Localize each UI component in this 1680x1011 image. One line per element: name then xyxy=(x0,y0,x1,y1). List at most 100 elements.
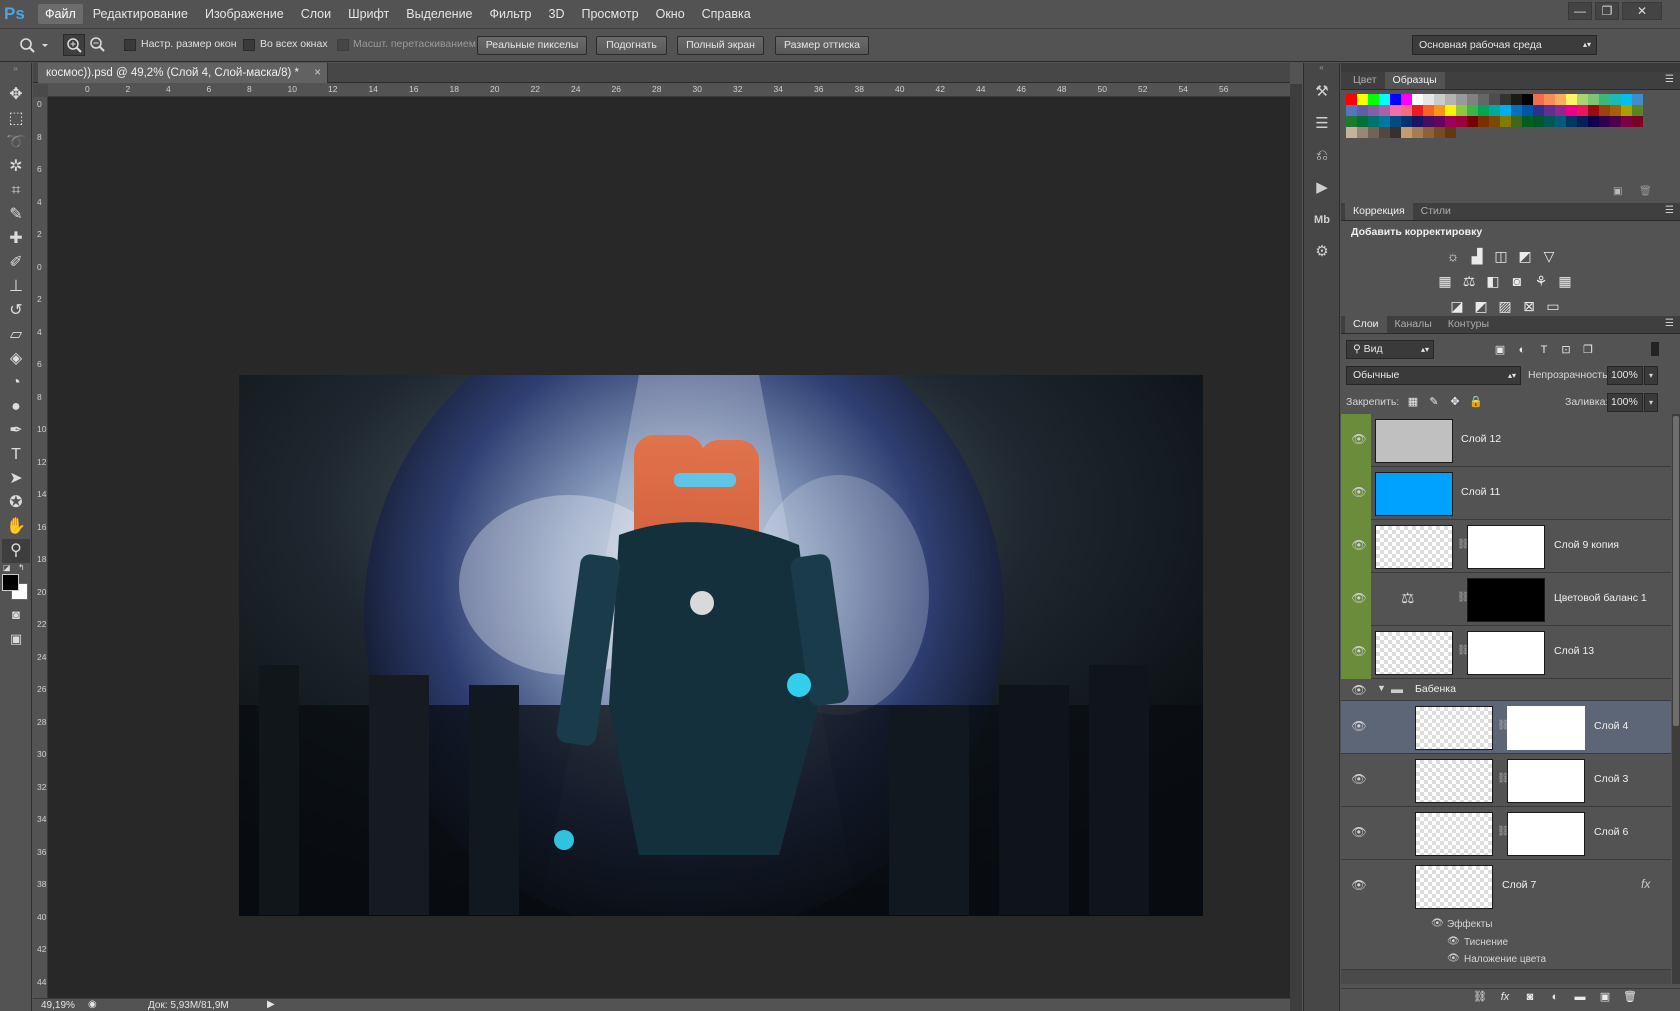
color-swatch[interactable] xyxy=(1434,105,1445,116)
new-adjustment-icon[interactable]: ◐ xyxy=(1546,988,1564,1006)
channel-mixer-icon[interactable]: ⚘ xyxy=(1532,272,1550,290)
tab-styles[interactable]: Стили xyxy=(1413,203,1459,220)
layer-name[interactable]: Слой 11 xyxy=(1461,486,1500,498)
brightness-icon[interactable]: ☼ xyxy=(1444,247,1462,265)
color-swatch[interactable] xyxy=(1533,94,1544,105)
color-swatch[interactable] xyxy=(1555,116,1566,127)
lock-all-icon[interactable]: 🔒 xyxy=(1467,393,1485,411)
color-swatch[interactable] xyxy=(1401,94,1412,105)
canvas-scrollbar[interactable] xyxy=(1290,84,1302,1011)
color-swatch[interactable] xyxy=(1357,127,1368,138)
hand-tool-icon[interactable]: ✋ xyxy=(2,515,30,539)
swatch-grid[interactable] xyxy=(1341,90,1680,160)
zoom-out-icon[interactable] xyxy=(87,34,109,56)
filter-type-icon[interactable]: T xyxy=(1535,341,1553,359)
curves-icon[interactable]: ◫ xyxy=(1492,247,1510,265)
color-swatch[interactable] xyxy=(1434,116,1445,127)
strip-collapse-icon[interactable]: « xyxy=(1304,63,1339,73)
color-swatch[interactable] xyxy=(1357,94,1368,105)
resize-windows-checkbox[interactable] xyxy=(124,39,136,51)
color-swatch[interactable] xyxy=(1588,116,1599,127)
menu-filter[interactable]: Фильтр xyxy=(483,4,539,24)
delete-swatch-icon[interactable]: 🗑 xyxy=(1639,186,1652,197)
color-swatch[interactable] xyxy=(1632,105,1643,116)
color-swatch[interactable] xyxy=(1566,105,1577,116)
close-button[interactable]: ✕ xyxy=(1622,2,1662,20)
color-swatch[interactable] xyxy=(1467,94,1478,105)
lock-pixels-icon[interactable]: ✎ xyxy=(1425,393,1443,411)
color-swatch[interactable] xyxy=(1456,94,1467,105)
color-swatch[interactable] xyxy=(1434,127,1445,138)
visibility-eye-icon[interactable]: 👁 xyxy=(1351,825,1367,839)
color-swatch[interactable] xyxy=(1599,116,1610,127)
tab-swatches[interactable]: Образцы xyxy=(1384,72,1445,89)
color-swatch[interactable] xyxy=(1544,116,1555,127)
color-swatch[interactable] xyxy=(1478,94,1489,105)
menu-help[interactable]: Справка xyxy=(695,4,758,24)
color-swatch[interactable] xyxy=(1346,127,1357,138)
menu-edit[interactable]: Редактирование xyxy=(86,4,195,24)
visibility-eye-icon[interactable]: 👁 xyxy=(1351,538,1367,552)
effects-eye-icon[interactable]: 👁 xyxy=(1431,918,1444,929)
status-info-icon[interactable]: ◉ xyxy=(88,999,97,1010)
visibility-eye-icon[interactable]: 👁 xyxy=(1351,432,1367,446)
eraser-tool-icon[interactable]: ▱ xyxy=(2,323,30,347)
black-white-icon[interactable]: ◧ xyxy=(1484,272,1502,290)
brush-tool-icon[interactable]: ✐ xyxy=(2,251,30,275)
color-swatch[interactable] xyxy=(1577,116,1588,127)
color-swatch[interactable] xyxy=(1588,94,1599,105)
document-artwork[interactable] xyxy=(239,375,1203,916)
add-style-icon[interactable]: fx xyxy=(1496,988,1514,1006)
swap-colors-icon[interactable]: ↰ xyxy=(18,563,25,572)
panel-grip[interactable] xyxy=(1341,63,1680,72)
effect-eye-icon[interactable]: 👁 xyxy=(1447,953,1460,964)
color-swatch[interactable] xyxy=(1621,116,1632,127)
layer-group-row[interactable]: 👁 ▼ ▬ Бабенка xyxy=(1341,679,1671,701)
delete-layer-icon[interactable]: 🗑 xyxy=(1621,988,1639,1006)
color-swatch[interactable] xyxy=(1566,116,1577,127)
color-swatch[interactable] xyxy=(1346,116,1357,127)
all-windows-checkbox[interactable] xyxy=(243,39,255,51)
panel-menu-icon[interactable]: ☰ xyxy=(1665,318,1674,329)
color-balance-icon[interactable]: ⚖ xyxy=(1460,272,1478,290)
color-swatch[interactable] xyxy=(1533,105,1544,116)
color-swatch[interactable] xyxy=(1412,127,1423,138)
color-lookup-icon[interactable]: ▦ xyxy=(1556,272,1574,290)
color-swatch[interactable] xyxy=(1445,105,1456,116)
color-swatch[interactable] xyxy=(1390,94,1401,105)
group-expand-arrow-icon[interactable]: ▼ xyxy=(1377,683,1386,693)
mask-link-icon[interactable]: ⛓ xyxy=(1457,592,1470,606)
color-swatch[interactable] xyxy=(1467,105,1478,116)
opacity-input[interactable]: 100% xyxy=(1607,366,1643,385)
magic-wand-tool-icon[interactable]: ✲ xyxy=(2,155,30,179)
screen-mode-icon[interactable]: ▣ xyxy=(2,627,30,651)
scrubby-zoom-checkbox[interactable] xyxy=(337,39,349,51)
layer-name[interactable]: Слой 3 xyxy=(1594,773,1628,785)
layer-row[interactable]: 👁 ⚖ ⛓ Цветовой баланс 1 xyxy=(1341,573,1671,626)
panel-menu-icon[interactable]: ☰ xyxy=(1665,205,1674,216)
color-swatch[interactable] xyxy=(1500,105,1511,116)
color-swatch[interactable] xyxy=(1555,94,1566,105)
tab-adjustments[interactable]: Коррекция xyxy=(1345,203,1413,220)
color-swatch[interactable] xyxy=(1489,105,1500,116)
color-swatch[interactable] xyxy=(1401,127,1412,138)
mini-bridge-icon[interactable]: Mb xyxy=(1307,207,1337,233)
opacity-slider-arrow-icon[interactable]: ▾ xyxy=(1644,366,1658,385)
path-selection-tool-icon[interactable]: ➤ xyxy=(2,467,30,491)
color-swatch[interactable] xyxy=(1478,116,1489,127)
color-swatch[interactable] xyxy=(1379,105,1390,116)
zoom-in-icon[interactable] xyxy=(63,34,85,56)
visibility-eye-icon[interactable]: 👁 xyxy=(1351,485,1367,499)
tab-channels[interactable]: Каналы xyxy=(1387,316,1440,333)
link-layers-icon[interactable]: ⛓ xyxy=(1471,988,1489,1006)
color-swatch[interactable] xyxy=(1456,116,1467,127)
effect-eye-icon[interactable]: 👁 xyxy=(1447,936,1460,947)
marquee-tool-icon[interactable]: ⬚ xyxy=(2,107,30,131)
color-swatch[interactable] xyxy=(1555,105,1566,116)
healing-brush-tool-icon[interactable]: ✚ xyxy=(2,227,30,251)
layer-row[interactable]: 👁 ⛓ Слой 6 xyxy=(1341,807,1671,860)
color-swatch[interactable] xyxy=(1544,94,1555,105)
color-swatch[interactable] xyxy=(1577,94,1588,105)
layer-row[interactable]: 👁 ⛓ Слой 13 xyxy=(1341,626,1671,679)
color-swatch[interactable] xyxy=(1423,105,1434,116)
